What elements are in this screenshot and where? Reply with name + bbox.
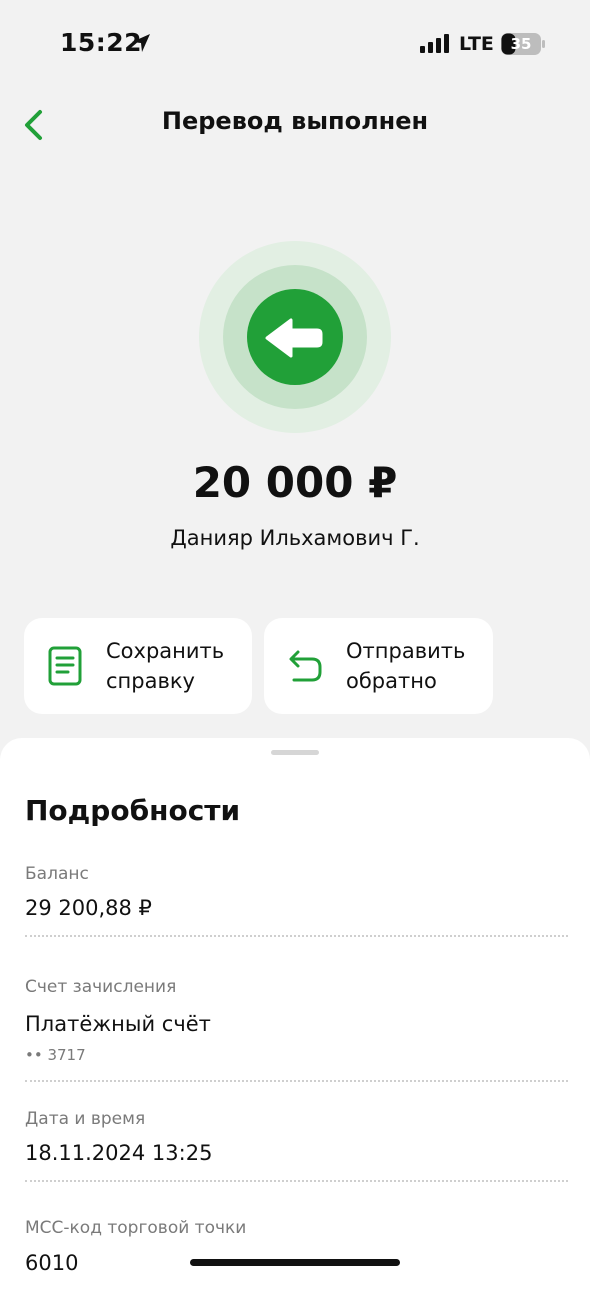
location-arrow-icon (132, 34, 150, 52)
sheet-grabber[interactable] (271, 750, 319, 755)
divider (25, 1080, 568, 1082)
document-icon (48, 646, 82, 686)
transfer-amount: 20 000 ₽ (192, 458, 398, 507)
send-back-button[interactable]: Отправить обратно (264, 618, 493, 714)
battery-level: 35 (510, 35, 532, 53)
send-back-label: Отправить обратно (346, 639, 466, 693)
status-bar: 15:22 LTE 35 (0, 0, 590, 90)
page-title: Перевод выполнен (161, 107, 429, 135)
return-arrow-icon (289, 650, 322, 682)
account-value: Платёжный счёт (25, 1012, 211, 1036)
mcc-label: MCC-код торговой точки (25, 1218, 247, 1238)
divider (25, 1180, 568, 1182)
arrow-left-icon (199, 241, 391, 433)
save-receipt-label: Сохранить справку (106, 639, 225, 693)
balance-value: 29 200,88 ₽ (25, 896, 152, 920)
mcc-value: 6010 (25, 1251, 79, 1275)
home-indicator (190, 1259, 400, 1266)
save-receipt-button[interactable]: Сохранить справку (24, 618, 252, 714)
cellular-signal-icon (420, 34, 449, 53)
header: Перевод выполнен (0, 95, 590, 155)
balance-label: Баланс (25, 864, 89, 884)
divider (25, 935, 568, 937)
datetime-value: 18.11.2024 13:25 (25, 1141, 213, 1165)
details-title: Подробности (25, 794, 241, 827)
account-label: Счет зачисления (25, 977, 177, 997)
recipient-name: Данияр Ильхамович Г. (170, 526, 420, 550)
account-number: •• 3717 (25, 1046, 86, 1064)
datetime-label: Дата и время (25, 1109, 146, 1129)
details-sheet: Подробности Баланс 29 200,88 ₽ Счет зачи… (0, 738, 590, 1298)
network-type: LTE (459, 33, 494, 55)
